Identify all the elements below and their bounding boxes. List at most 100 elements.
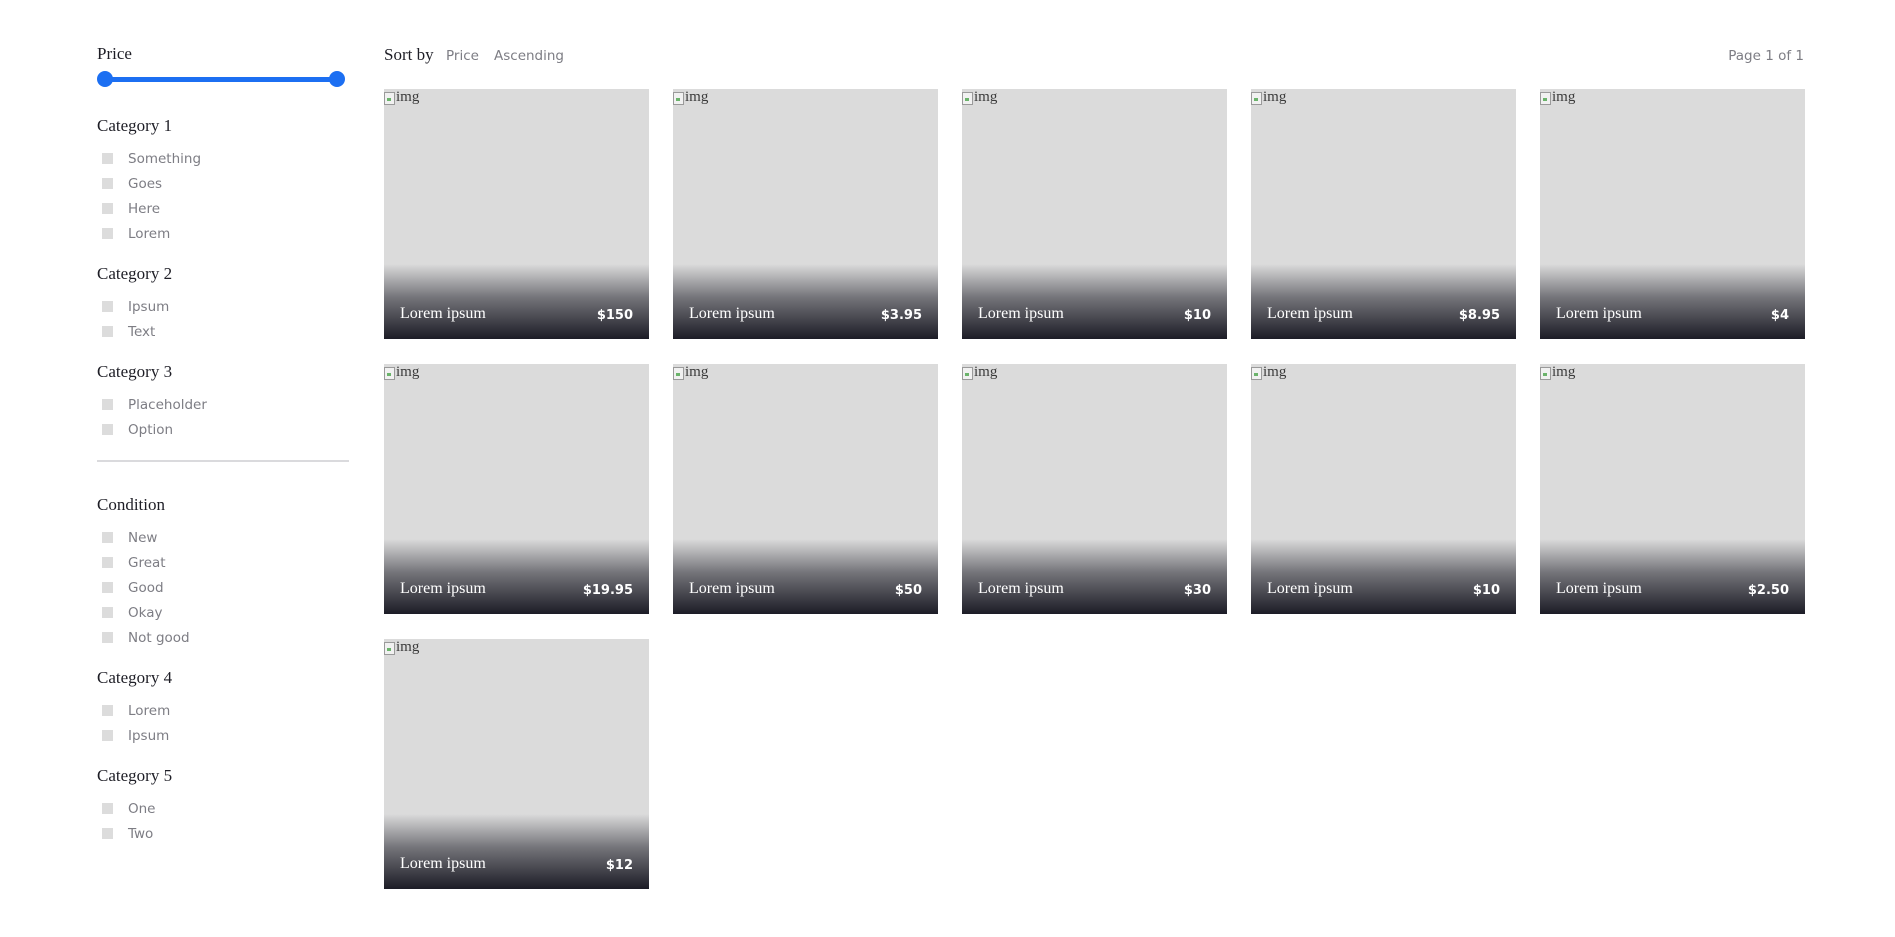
price-slider-max-handle[interactable]	[329, 71, 345, 87]
filter-option-lorem[interactable]: Lorem	[97, 698, 349, 723]
sort-by-label: Sort by	[384, 45, 434, 64]
image-alt-text: img	[1263, 89, 1287, 105]
image-alt-text: img	[396, 89, 420, 105]
filter-option-two[interactable]: Two	[97, 821, 349, 846]
product-price: $50	[894, 583, 922, 598]
checkbox[interactable]	[102, 730, 113, 741]
product-name: Lorem ipsum	[400, 305, 486, 322]
checkbox[interactable]	[102, 828, 113, 839]
product-name: Lorem ipsum	[978, 305, 1064, 322]
product-price: $19.95	[582, 583, 633, 598]
filter-option-goes[interactable]: Goes	[97, 171, 349, 196]
filter-option-label: Option	[128, 421, 174, 438]
card-gradient-overlay	[673, 539, 938, 614]
image-alt-text: img	[396, 364, 420, 380]
checkbox[interactable]	[102, 203, 113, 214]
filter-option-here[interactable]: Here	[97, 196, 349, 221]
broken-image-placeholder: img	[384, 364, 419, 381]
checkbox[interactable]	[102, 607, 113, 618]
checkbox[interactable]	[102, 424, 113, 435]
checkbox[interactable]	[102, 178, 113, 189]
filter-option-ipsum[interactable]: Ipsum	[97, 294, 349, 319]
broken-image-icon	[1251, 92, 1262, 105]
checkbox[interactable]	[102, 301, 113, 312]
product-grid: img Lorem ipsum $150 img Lorem ipsum $3.95 img…	[384, 89, 1806, 889]
filter-option-okay[interactable]: Okay	[97, 600, 349, 625]
checkbox[interactable]	[102, 632, 113, 643]
product-card[interactable]: img Lorem ipsum $50	[673, 364, 938, 614]
card-gradient-overlay	[384, 264, 649, 339]
filter-option-text[interactable]: Text	[97, 319, 349, 344]
product-card[interactable]: img Lorem ipsum $4	[1540, 89, 1805, 339]
filter-option-good[interactable]: Good	[97, 575, 349, 600]
filter-option-label: Ipsum	[128, 727, 170, 744]
broken-image-icon	[384, 642, 395, 655]
product-card[interactable]: img Lorem ipsum $8.95	[1251, 89, 1516, 339]
product-price: $150	[596, 308, 633, 323]
filter-option-label: Something	[128, 150, 202, 167]
broken-image-icon	[384, 92, 395, 105]
product-name: Lorem ipsum	[689, 305, 775, 322]
broken-image-icon	[384, 367, 395, 380]
filter-group-title: Category 2	[97, 264, 173, 283]
filter-option-label: Lorem	[128, 225, 171, 242]
filter-group-title: Category 5	[97, 766, 173, 785]
filter-option-something[interactable]: Something	[97, 146, 349, 171]
checkbox[interactable]	[102, 399, 113, 410]
card-gradient-overlay	[384, 814, 649, 889]
checkbox[interactable]	[102, 153, 113, 164]
filter-option-not-good[interactable]: Not good	[97, 625, 349, 650]
product-card[interactable]: img Lorem ipsum $19.95	[384, 364, 649, 614]
checkbox[interactable]	[102, 705, 113, 716]
filter-group-title: Category 3	[97, 362, 173, 381]
product-card[interactable]: img Lorem ipsum $150	[384, 89, 649, 339]
filter-option-label: Goes	[128, 175, 163, 192]
filter-option-option[interactable]: Option	[97, 417, 349, 442]
checkbox[interactable]	[102, 582, 113, 593]
filter-group-category-1: Category 1 Something Goes Here Lorem	[97, 116, 349, 246]
product-card[interactable]: img Lorem ipsum $12	[384, 639, 649, 889]
filter-group-category-3: Category 3 Placeholder Option	[97, 362, 349, 442]
product-card[interactable]: img Lorem ipsum $3.95	[673, 89, 938, 339]
broken-image-icon	[1251, 367, 1262, 380]
filter-option-label: Not good	[128, 629, 190, 646]
sort-order-link[interactable]: Ascending	[494, 46, 564, 66]
price-range-slider[interactable]	[97, 71, 345, 87]
product-price: $8.95	[1458, 308, 1500, 323]
card-gradient-overlay	[1251, 539, 1516, 614]
filter-option-lorem[interactable]: Lorem	[97, 221, 349, 246]
image-alt-text: img	[1263, 364, 1287, 380]
product-name: Lorem ipsum	[978, 580, 1064, 597]
product-card[interactable]: img Lorem ipsum $10	[962, 89, 1227, 339]
filter-groups-secondary: Condition New Great Good Okay Not good Categor…	[97, 495, 349, 846]
checkbox[interactable]	[102, 532, 113, 543]
price-slider-track[interactable]	[104, 77, 338, 82]
product-price: $30	[1183, 583, 1211, 598]
filter-option-ipsum[interactable]: Ipsum	[97, 723, 349, 748]
checkbox[interactable]	[102, 228, 113, 239]
product-price: $12	[605, 858, 633, 873]
broken-image-placeholder: img	[384, 639, 419, 656]
product-card[interactable]: img Lorem ipsum $30	[962, 364, 1227, 614]
filter-option-label: Two	[128, 825, 154, 842]
product-price: $3.95	[880, 308, 922, 323]
price-slider-min-handle[interactable]	[97, 71, 113, 87]
filter-option-one[interactable]: One	[97, 796, 349, 821]
checkbox[interactable]	[102, 803, 113, 814]
filter-group-condition: Condition New Great Good Okay Not good	[97, 495, 349, 650]
filter-option-label: Good	[128, 579, 164, 596]
filter-option-new[interactable]: New	[97, 525, 349, 550]
filter-option-label: Ipsum	[128, 298, 170, 315]
broken-image-icon	[1540, 92, 1551, 105]
filter-group-title: Category 1	[97, 116, 173, 135]
filter-group-title: Condition	[97, 495, 166, 514]
product-card[interactable]: img Lorem ipsum $10	[1251, 364, 1516, 614]
filter-option-placeholder[interactable]: Placeholder	[97, 392, 349, 417]
product-card[interactable]: img Lorem ipsum $2.50	[1540, 364, 1805, 614]
checkbox[interactable]	[102, 326, 113, 337]
filter-option-great[interactable]: Great	[97, 550, 349, 575]
checkbox[interactable]	[102, 557, 113, 568]
product-name: Lorem ipsum	[400, 855, 486, 872]
sort-field-link[interactable]: Price	[446, 46, 479, 66]
page-indicator: Page 1 of 1	[1728, 48, 1804, 64]
